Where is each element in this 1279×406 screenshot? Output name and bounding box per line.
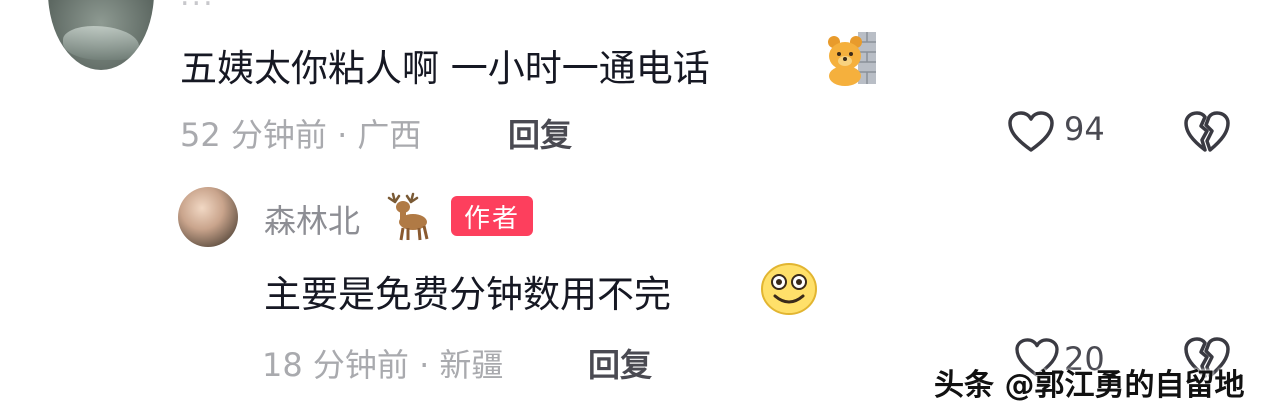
reply-meta: 18 分钟前 · 新疆: [262, 340, 503, 386]
reply-time: 18 分钟前: [262, 346, 409, 384]
author-username-text: 森林北: [264, 202, 361, 240]
author-badge: 作者: [451, 196, 533, 236]
author-avatar[interactable]: [178, 187, 238, 247]
meta-separator: ·: [337, 116, 348, 154]
comment-meta: 52 分钟前 · 广西: [180, 110, 421, 156]
reply-reply-button[interactable]: 回复: [588, 340, 652, 386]
comment-time: 52 分钟前: [180, 116, 327, 154]
comment-reply-button[interactable]: 回复: [508, 110, 572, 156]
reply-text: 主要是免费分钟数用不完: [264, 264, 671, 318]
comment-text: 五姨太你粘人啊 一小时一通电话: [180, 38, 710, 92]
comment-text-content: 五姨太你粘人啊 一小时一通电话: [180, 47, 710, 90]
meta-separator: ·: [419, 346, 430, 384]
author-username[interactable]: 森林北: [264, 196, 360, 242]
commenter-username[interactable]: ...: [180, 0, 215, 13]
commenter-avatar[interactable]: [48, 0, 154, 70]
bear-wall-emoji-icon: [826, 30, 878, 90]
reply-location: 新疆: [439, 346, 504, 384]
comment-like-count: 94: [1064, 110, 1105, 148]
deer-emoji-icon: [383, 190, 433, 246]
broken-heart-icon[interactable]: [1183, 110, 1231, 158]
comment-location: 广西: [357, 116, 422, 154]
watermark-text: 头条 @郭江勇的自留地: [934, 368, 1245, 403]
heart-outline-icon[interactable]: [1007, 111, 1055, 157]
smile-emoji-icon: [760, 262, 818, 320]
reply-text-content: 主要是免费分钟数用不完: [264, 273, 671, 316]
